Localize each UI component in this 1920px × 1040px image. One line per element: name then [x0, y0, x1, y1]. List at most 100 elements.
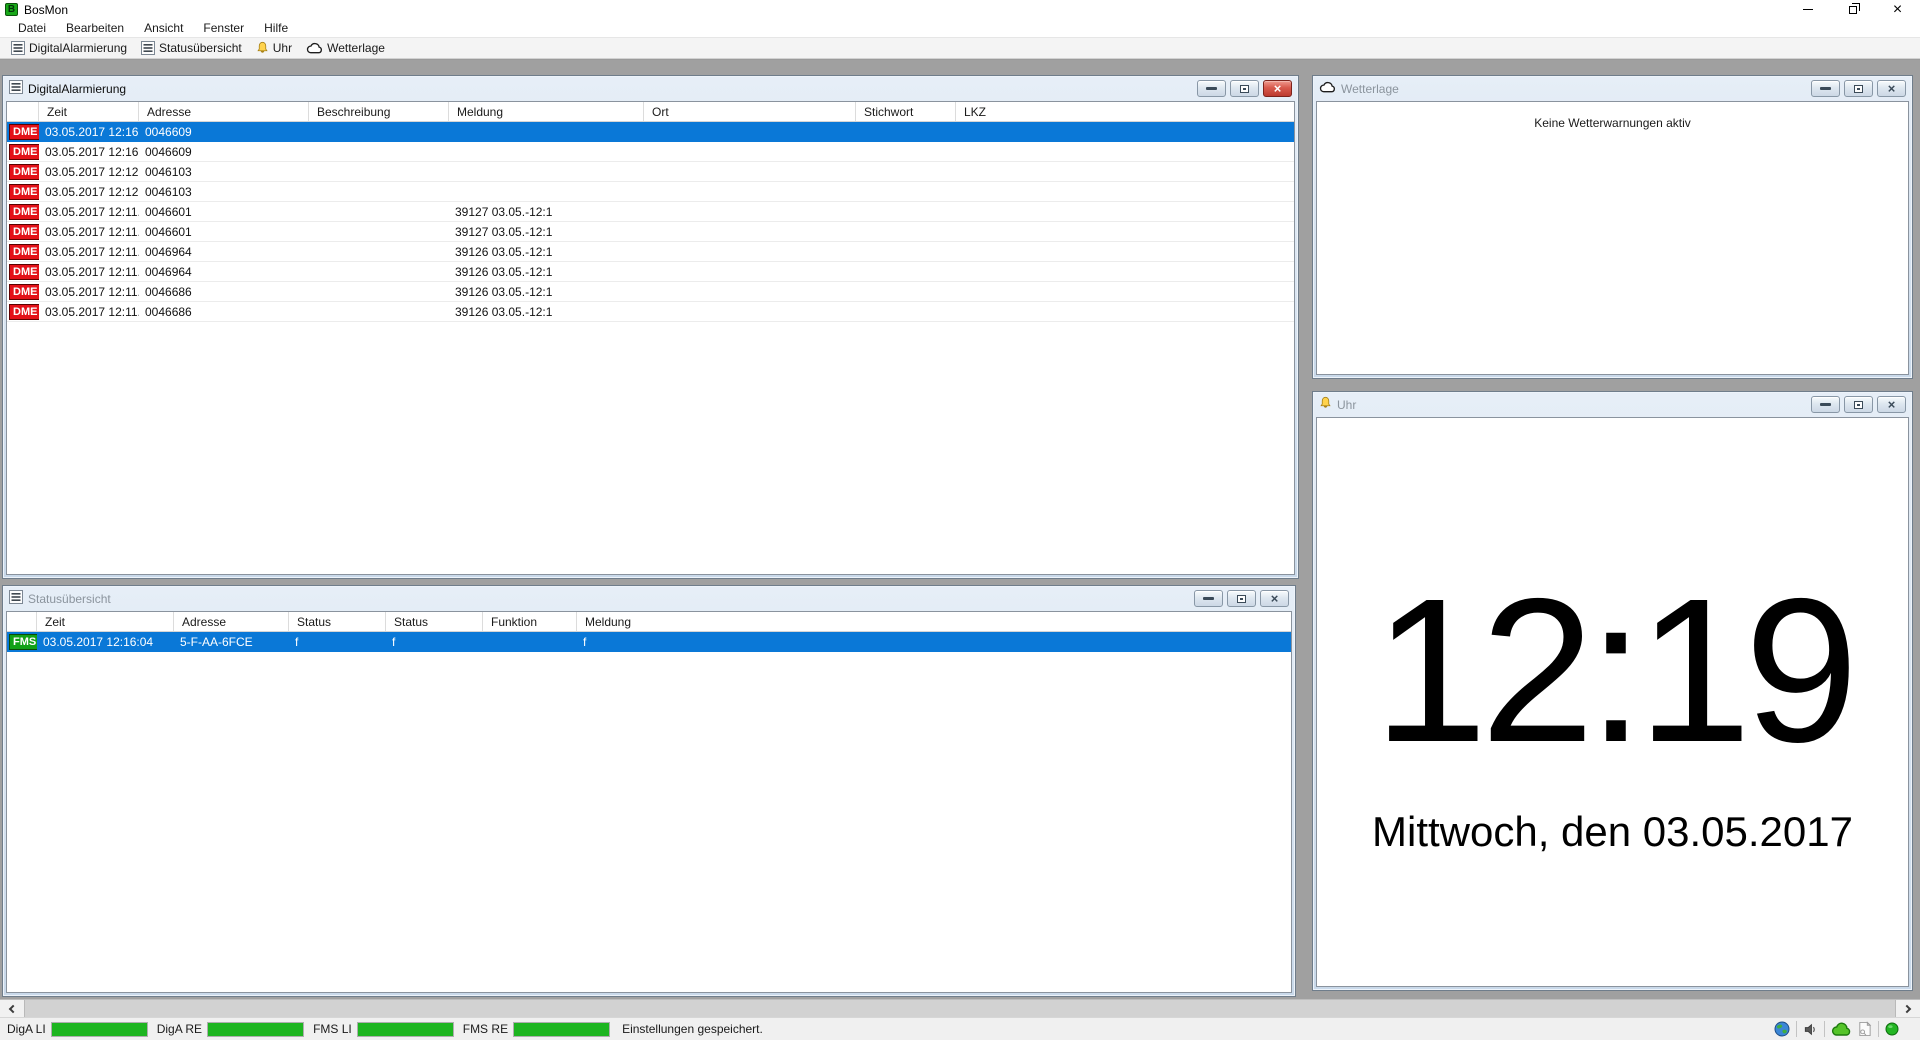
signal-level-fill [52, 1023, 147, 1036]
cell-adresse: 0046609 [139, 125, 309, 139]
column-header-badge[interactable] [7, 612, 37, 631]
alarm-row[interactable]: DME 03.05.2017 12:11... 0046601 39127 03… [7, 222, 1294, 242]
alarm-type-badge: DME [9, 284, 39, 300]
column-header-lkz[interactable]: LKZ [956, 102, 1294, 121]
main-window-controls: × [1785, 0, 1920, 19]
menu-item-bearbeiten[interactable]: Bearbeiten [56, 19, 134, 37]
alarm-row[interactable]: DME 03.05.2017 12:12... 0046103 [7, 182, 1294, 202]
cell-meldung: 39127 03.05.-12:1 [449, 205, 644, 219]
signal-level-bar [207, 1022, 304, 1037]
cell-adresse: 0046601 [139, 225, 309, 239]
digital-alarm-minimize-button[interactable] [1197, 80, 1226, 97]
clock-titlebar[interactable]: Uhr × [1313, 392, 1912, 417]
status-overview-titlebar[interactable]: Statusübersicht × [3, 586, 1295, 611]
toolbar-button-digitalalarmierung[interactable]: DigitalAlarmierung [5, 39, 133, 57]
alarm-type-badge: DME [9, 184, 39, 200]
page-icon [1857, 1021, 1872, 1037]
status-overview-restore-button[interactable] [1227, 590, 1256, 607]
toolbar-button-wetterlage[interactable]: Wetterlage [300, 39, 391, 57]
cell-zeit: 03.05.2017 12:12... [39, 165, 139, 179]
clock-window: Uhr × 12:19 Mittwoch, den 03.05.2017 [1312, 391, 1913, 991]
digital-alarm-close-button[interactable]: × [1263, 80, 1292, 97]
column-header-funktion[interactable]: Funktion [483, 612, 577, 631]
column-header-badge[interactable] [7, 102, 39, 121]
alarm-row[interactable]: DME 03.05.2017 12:16... 0046609 [7, 122, 1294, 142]
alarm-badge-cell: DME [7, 164, 39, 180]
cell-adresse: 0046103 [139, 165, 309, 179]
status-led-icon [1885, 1022, 1899, 1036]
close-icon: × [1274, 83, 1282, 94]
cell-adresse: 0046103 [139, 185, 309, 199]
menu-item-ansicht[interactable]: Ansicht [134, 19, 193, 37]
signal-meter: DigA LI [7, 1022, 148, 1037]
window-close-button[interactable]: × [1875, 0, 1920, 19]
digital-alarm-titlebar[interactable]: DigitalAlarmierung × [3, 76, 1298, 101]
list-icon [11, 41, 25, 55]
digital-alarm-table-header: Zeit Adresse Beschreibung Meldung Ort St… [7, 102, 1294, 122]
signal-meter-label: DigA LI [7, 1022, 46, 1036]
cell-zeit: 03.05.2017 12:11... [39, 205, 139, 219]
scroll-left-button[interactable] [0, 1000, 25, 1017]
column-header-zeit[interactable]: Zeit [37, 612, 174, 631]
statusbar-tray [1774, 1021, 1913, 1037]
minimize-icon [1820, 403, 1831, 406]
column-header-status-1[interactable]: Status [289, 612, 386, 631]
alarm-type-badge: DME [9, 124, 39, 140]
signal-meter-label: FMS RE [463, 1022, 508, 1036]
alarm-row[interactable]: DME 03.05.2017 12:12... 0046103 [7, 162, 1294, 182]
list-icon [9, 590, 23, 607]
weather-content: Keine Wetterwarnungen aktiv [1316, 101, 1909, 375]
digital-alarm-content: Zeit Adresse Beschreibung Meldung Ort St… [6, 101, 1295, 575]
scroll-right-button[interactable] [1895, 1000, 1920, 1017]
alarm-row[interactable]: DME 03.05.2017 12:11... 0046601 39127 03… [7, 202, 1294, 222]
signal-meter-label: DigA RE [157, 1022, 202, 1036]
column-header-adresse[interactable]: Adresse [174, 612, 289, 631]
alarm-row[interactable]: DME 03.05.2017 12:11... 0046964 39126 03… [7, 262, 1294, 282]
toolbar-label: Wetterlage [327, 41, 385, 55]
toolbar-button-uhr[interactable]: Uhr [250, 39, 298, 57]
minimize-icon [1206, 87, 1217, 90]
restore-icon [1240, 85, 1249, 93]
column-header-ort[interactable]: Ort [644, 102, 856, 121]
digital-alarm-restore-button[interactable] [1230, 80, 1259, 97]
status-table-header: Zeit Adresse Status Status Funktion Meld… [7, 612, 1291, 632]
alarm-row[interactable]: DME 03.05.2017 12:11... 0046686 39126 03… [7, 302, 1294, 322]
alarm-type-badge: DME [9, 164, 39, 180]
weather-close-button[interactable]: × [1877, 80, 1906, 97]
toolbar-button-statusuebersicht[interactable]: Statusübersicht [135, 39, 248, 57]
alarm-badge-cell: DME [7, 304, 39, 320]
menu-item-datei[interactable]: Datei [8, 19, 56, 37]
status-row[interactable]: FMS 03.05.2017 12:16:04 5-F-AA-6FCE f f … [7, 632, 1291, 652]
speaker-icon[interactable] [1803, 1022, 1818, 1037]
status-badge-cell: FMS [7, 634, 37, 650]
column-header-status-2[interactable]: Status [386, 612, 483, 631]
cell-zeit: 03.05.2017 12:12... [39, 185, 139, 199]
column-header-stichwort[interactable]: Stichwort [856, 102, 956, 121]
menu-item-hilfe[interactable]: Hilfe [254, 19, 298, 37]
weather-titlebar[interactable]: Wetterlage × [1313, 76, 1912, 101]
clock-restore-button[interactable] [1844, 396, 1873, 413]
alarm-row[interactable]: DME 03.05.2017 12:16... 0046609 [7, 142, 1294, 162]
app-icon: B [5, 3, 18, 16]
column-header-meldung[interactable]: Meldung [449, 102, 644, 121]
status-overview-content: Zeit Adresse Status Status Funktion Meld… [6, 611, 1292, 993]
status-overview-minimize-button[interactable] [1194, 590, 1223, 607]
clock-close-button[interactable]: × [1877, 396, 1906, 413]
window-minimize-button[interactable] [1785, 0, 1830, 19]
mdi-horizontal-scrollbar[interactable] [0, 999, 1920, 1017]
list-icon [9, 80, 23, 97]
column-header-meldung[interactable]: Meldung [577, 612, 1291, 631]
window-restore-button[interactable] [1830, 0, 1875, 19]
minimize-icon [1803, 9, 1813, 10]
alarm-badge-cell: DME [7, 224, 39, 240]
column-header-adresse[interactable]: Adresse [139, 102, 309, 121]
menu-item-fenster[interactable]: Fenster [193, 19, 254, 37]
clock-minimize-button[interactable] [1811, 396, 1840, 413]
weather-minimize-button[interactable] [1811, 80, 1840, 97]
column-header-beschreibung[interactable]: Beschreibung [309, 102, 449, 121]
column-header-zeit[interactable]: Zeit [39, 102, 139, 121]
alarm-row[interactable]: DME 03.05.2017 12:11... 0046964 39126 03… [7, 242, 1294, 262]
alarm-row[interactable]: DME 03.05.2017 12:11... 0046686 39126 03… [7, 282, 1294, 302]
weather-restore-button[interactable] [1844, 80, 1873, 97]
status-overview-close-button[interactable]: × [1260, 590, 1289, 607]
